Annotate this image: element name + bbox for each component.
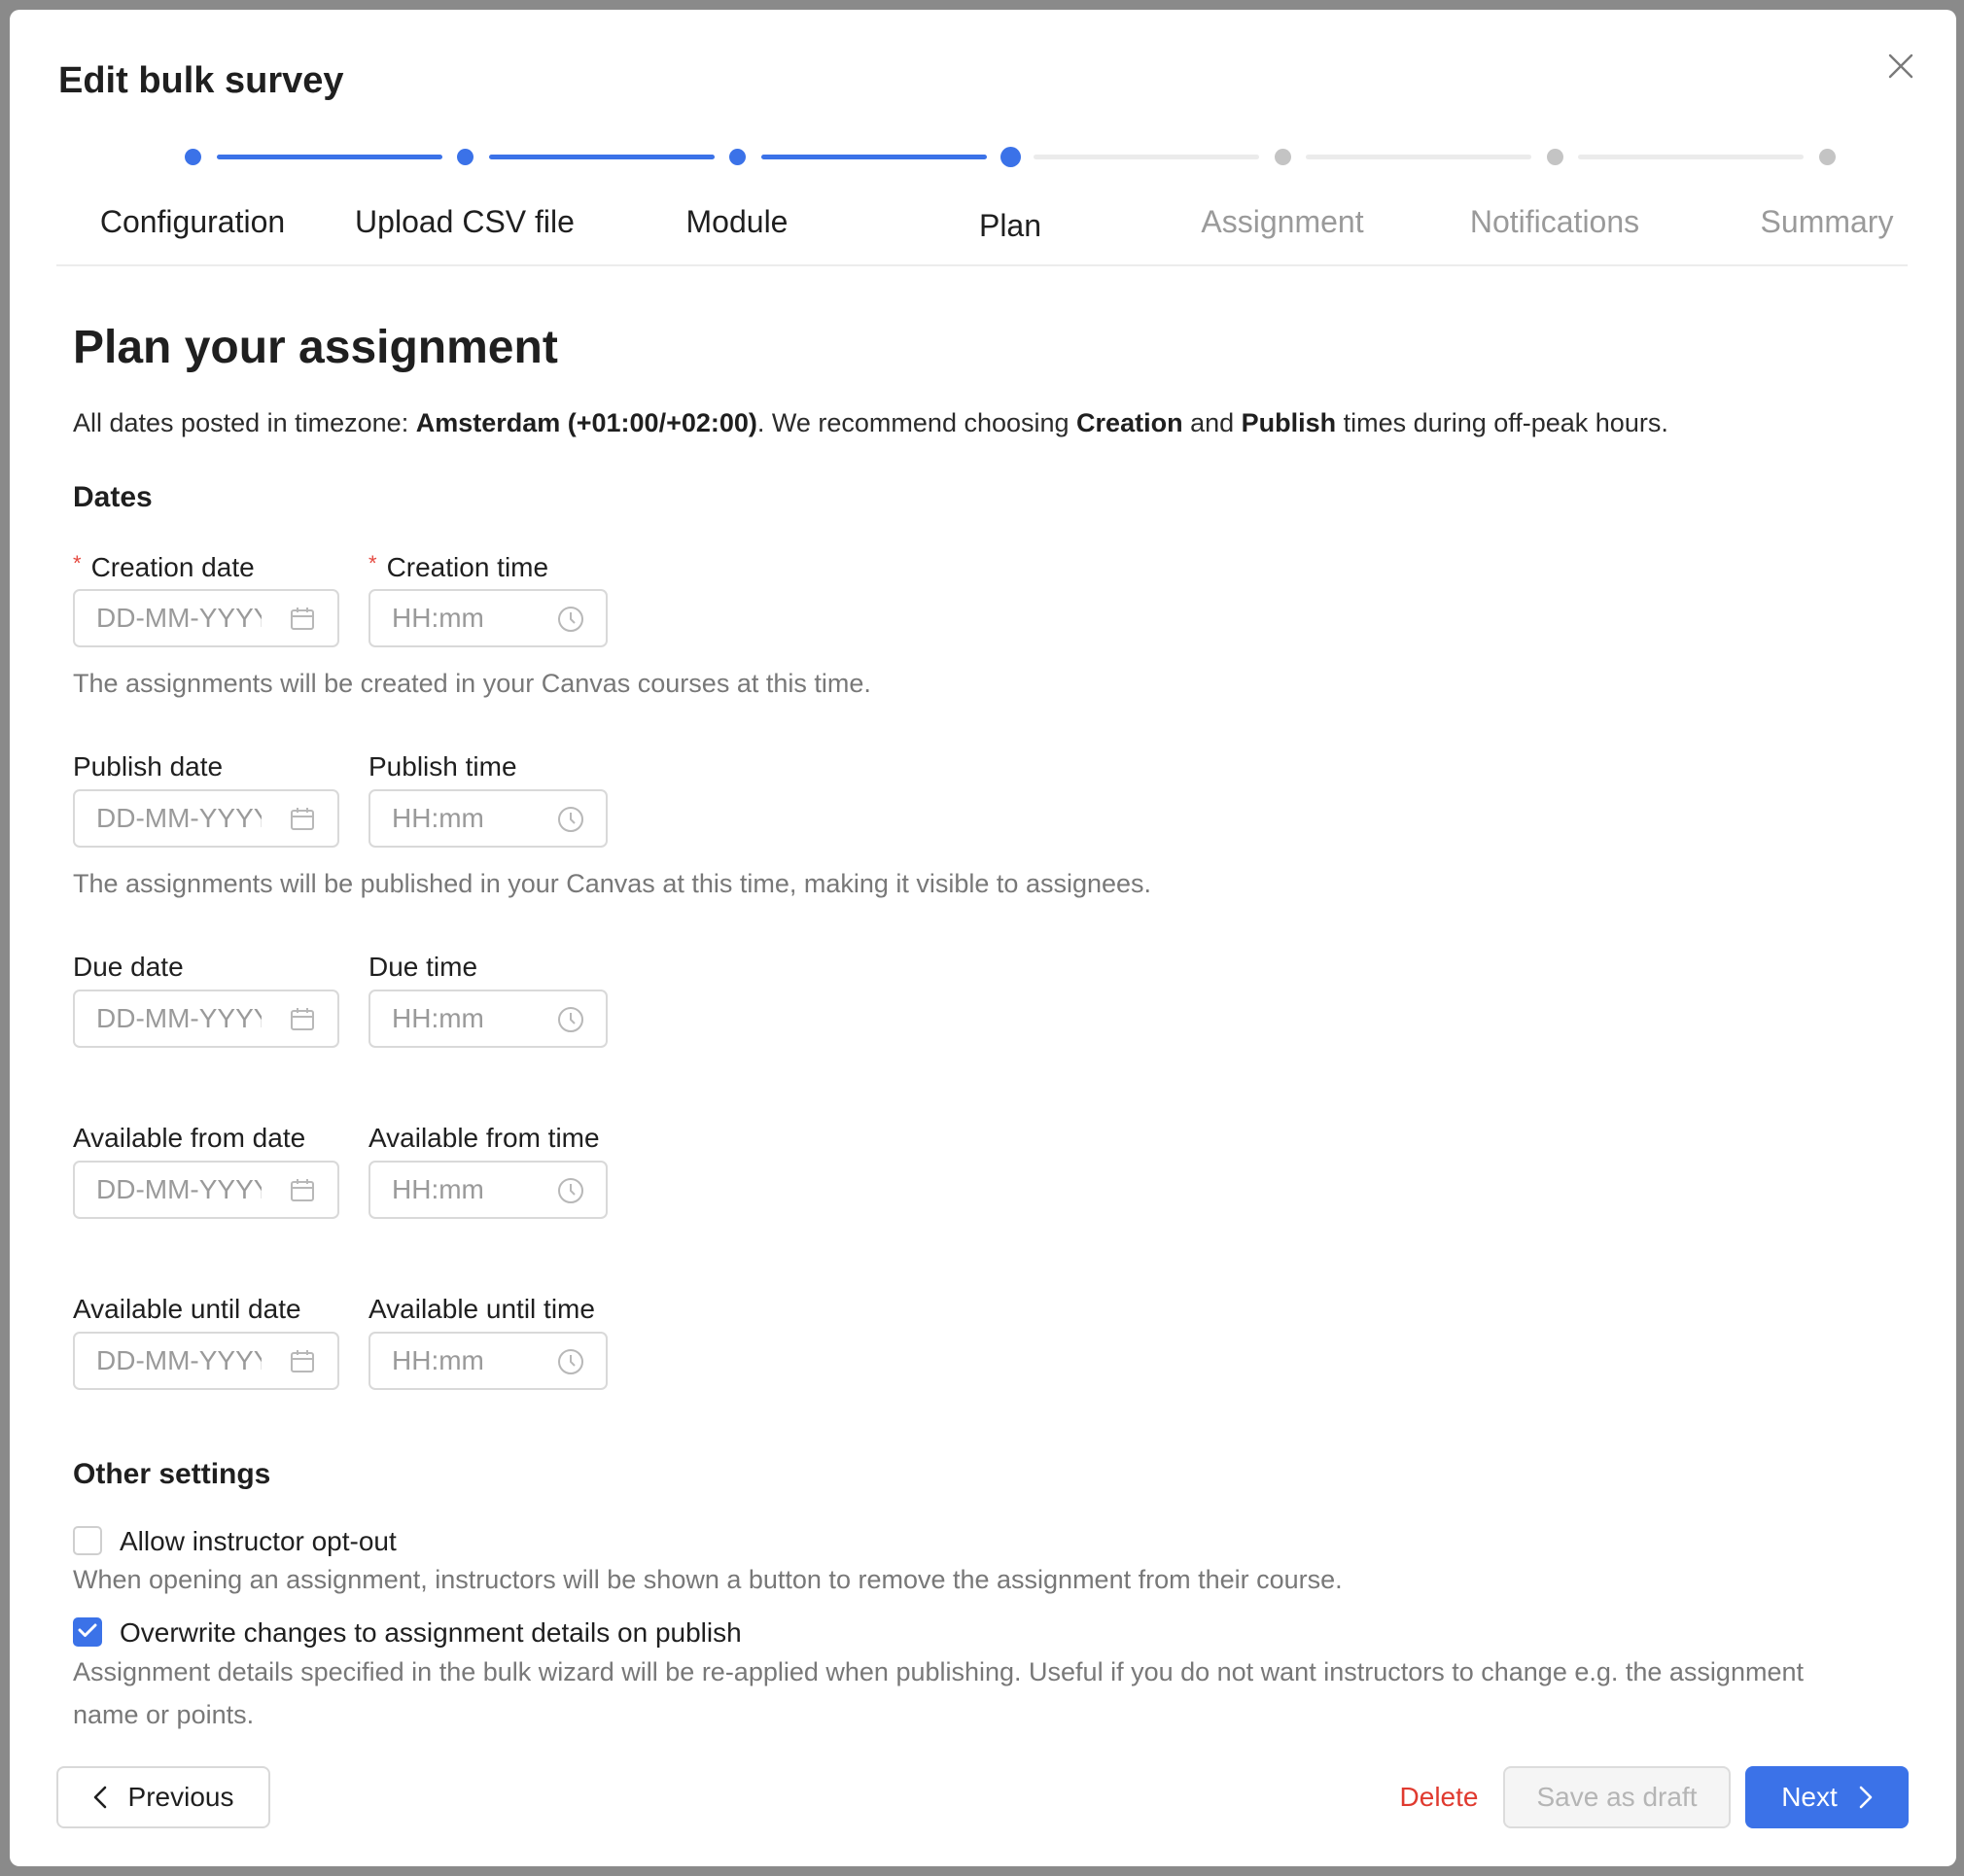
step-connector: [761, 155, 987, 159]
available-from-time-picker[interactable]: [368, 1161, 608, 1219]
calendar-icon: [289, 1006, 316, 1033]
calendar-icon: [289, 806, 316, 833]
step-connector: [217, 155, 442, 159]
clock-icon: [557, 806, 584, 833]
creation-time-picker[interactable]: [368, 589, 608, 647]
due-date-label: Due date: [73, 952, 184, 982]
publish-time-input[interactable]: [370, 802, 559, 835]
step-summary: Summary: [1760, 204, 1894, 239]
next-button[interactable]: Next: [1745, 1766, 1909, 1828]
step-assignment: Assignment: [1201, 204, 1364, 239]
clock-icon: [557, 1006, 584, 1033]
other-settings-title: Other settings: [73, 1458, 271, 1490]
available-from-time-input[interactable]: [370, 1173, 559, 1206]
clock-icon: [557, 1348, 584, 1375]
step-dot-assignment: [1275, 149, 1291, 165]
calendar-icon: [289, 606, 316, 633]
available-from-date-label: Available from date: [73, 1123, 306, 1153]
calendar-icon: [289, 1177, 316, 1204]
available-until-date-label: Available until date: [73, 1294, 301, 1324]
publish-time-picker[interactable]: [368, 789, 608, 848]
step-dot-module: [729, 149, 746, 165]
due-time-input[interactable]: [370, 1002, 559, 1035]
available-until-date-input[interactable]: [75, 1344, 263, 1377]
step-upload-csv[interactable]: Upload CSV file: [338, 204, 591, 240]
overwrite-help-text: Assignment details specified in the bulk…: [73, 1657, 1804, 1729]
save-draft-button[interactable]: Save as draft: [1503, 1766, 1731, 1828]
publish-date-input[interactable]: [75, 802, 263, 835]
due-date-input[interactable]: [75, 1002, 263, 1035]
available-until-time-input[interactable]: [370, 1344, 559, 1377]
available-from-date-picker[interactable]: [73, 1161, 339, 1219]
clock-icon: [557, 1177, 584, 1204]
publish-date-picker[interactable]: [73, 789, 339, 848]
checkmark-icon: [78, 1622, 97, 1643]
step-connector: [1578, 155, 1804, 159]
opt-out-help-text: When opening an assignment, instructors …: [73, 1565, 1343, 1594]
edit-bulk-survey-modal: Edit bulk survey Configuration Upload CS…: [10, 10, 1956, 1866]
creation-date-picker[interactable]: [73, 589, 339, 647]
required-marker: *: [368, 551, 377, 575]
step-configuration[interactable]: Configuration: [66, 204, 319, 240]
step-dot-upload-csv: [457, 149, 473, 165]
due-time-picker[interactable]: [368, 990, 608, 1048]
step-notifications: Notifications: [1469, 204, 1640, 239]
chevron-left-icon: [93, 1786, 107, 1809]
creation-date-input[interactable]: [75, 602, 263, 635]
available-from-date-input[interactable]: [75, 1173, 263, 1206]
available-from-time-label: Available from time: [368, 1123, 600, 1153]
opt-out-label[interactable]: Allow instructor opt-out: [120, 1526, 397, 1557]
creation-date-label: * Creation date: [73, 551, 255, 582]
step-connector: [1034, 155, 1259, 159]
step-connector: [1306, 155, 1531, 159]
available-until-date-picker[interactable]: [73, 1332, 339, 1390]
chevron-right-icon: [1859, 1786, 1873, 1809]
timezone-value: Amsterdam (+01:00/+02:00): [415, 408, 757, 437]
available-until-time-label: Available until time: [368, 1294, 595, 1324]
step-dot-notifications: [1547, 149, 1563, 165]
overwrite-checkbox[interactable]: [73, 1617, 102, 1647]
publish-time-label: Publish time: [368, 751, 517, 782]
page-heading: Plan your assignment: [73, 322, 558, 373]
overwrite-label[interactable]: Overwrite changes to assignment details …: [120, 1617, 742, 1649]
step-plan[interactable]: Plan: [884, 208, 1137, 244]
publish-date-label: Publish date: [73, 751, 224, 782]
opt-out-checkbox[interactable]: [73, 1526, 102, 1555]
due-time-label: Due time: [368, 952, 478, 982]
creation-time-input[interactable]: [370, 602, 559, 635]
wizard-stepper: Configuration Upload CSV file Module Pla…: [10, 10, 1956, 282]
creation-help-text: The assignments will be created in your …: [73, 669, 871, 698]
step-dot-configuration: [185, 149, 201, 165]
calendar-icon: [289, 1348, 316, 1375]
header-divider: [56, 264, 1908, 266]
step-dot-summary: [1819, 149, 1836, 165]
required-marker: *: [73, 551, 82, 575]
timezone-intro: All dates posted in timezone: Amsterdam …: [73, 408, 1668, 437]
publish-help-text: The assignments will be published in you…: [73, 869, 1152, 898]
previous-button[interactable]: Previous: [56, 1766, 270, 1828]
available-until-time-picker[interactable]: [368, 1332, 608, 1390]
creation-time-label: * Creation time: [368, 551, 549, 582]
clock-icon: [557, 606, 584, 633]
due-date-picker[interactable]: [73, 990, 339, 1048]
step-dot-plan: [1000, 147, 1021, 167]
step-module[interactable]: Module: [611, 204, 863, 240]
delete-button[interactable]: Delete: [1371, 1766, 1507, 1828]
dates-section-title: Dates: [73, 481, 153, 513]
previous-label: Previous: [127, 1782, 234, 1812]
step-connector: [489, 155, 715, 159]
next-label: Next: [1781, 1782, 1838, 1812]
